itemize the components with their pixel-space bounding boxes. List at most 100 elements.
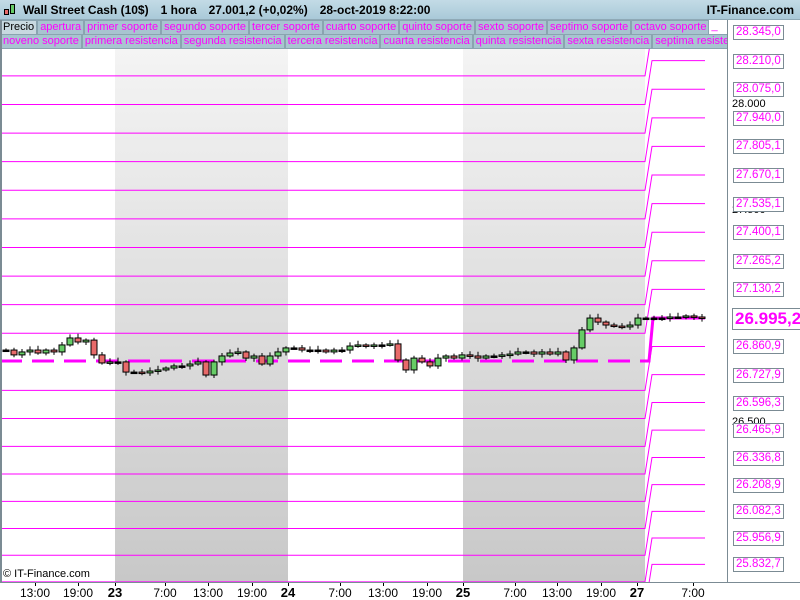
candle bbox=[274, 351, 282, 357]
candle bbox=[210, 361, 218, 376]
candle bbox=[450, 355, 458, 359]
candle bbox=[50, 349, 58, 353]
level-price-label: 27.130,2 bbox=[733, 282, 784, 298]
candle bbox=[66, 337, 74, 346]
candle bbox=[562, 351, 570, 361]
legend-item[interactable]: Precio bbox=[0, 20, 38, 35]
candle bbox=[2, 349, 10, 353]
level-price-label: 28.210,0 bbox=[733, 53, 784, 69]
candle bbox=[114, 361, 122, 364]
candle bbox=[594, 317, 602, 323]
last-price: 27.001,2 (+0,02%) bbox=[208, 2, 308, 17]
legend-item[interactable]: segundo soporte bbox=[161, 20, 250, 35]
price-chart[interactable] bbox=[0, 0, 727, 582]
time-tick: 27 bbox=[629, 585, 645, 600]
candle bbox=[34, 349, 42, 354]
copyright: © IT-Finance.com bbox=[3, 568, 90, 580]
time-tick: 19:00 bbox=[585, 586, 617, 600]
candle bbox=[434, 357, 442, 367]
legend-item[interactable]: sexta resistencia bbox=[564, 34, 653, 49]
candle bbox=[74, 337, 82, 343]
time-tick-mark bbox=[601, 583, 602, 586]
legend-item[interactable]: septima resistencia bbox=[652, 34, 727, 49]
time-tick: 19:00 bbox=[62, 586, 94, 600]
candle bbox=[106, 361, 114, 364]
legend-item[interactable]: cuarto soporte bbox=[322, 20, 400, 35]
candle bbox=[298, 347, 306, 351]
candle bbox=[482, 355, 490, 359]
candle bbox=[354, 344, 362, 347]
time-tick: 25 bbox=[455, 585, 471, 600]
candle bbox=[130, 371, 138, 375]
time-tick-mark bbox=[693, 583, 694, 586]
price-tick: 28.000 bbox=[732, 98, 766, 111]
time-tick: 13:00 bbox=[19, 586, 51, 600]
candle bbox=[698, 316, 706, 319]
candle bbox=[394, 343, 402, 361]
candle bbox=[18, 351, 26, 356]
legend-item[interactable]: noveno soporte bbox=[0, 34, 82, 49]
time-tick: 7:00 bbox=[503, 586, 527, 600]
candle bbox=[490, 355, 498, 358]
price-axis[interactable]: 28.00027.50026.50028.345,028.210,028.075… bbox=[727, 20, 800, 582]
legend-item[interactable]: octavo soporte bbox=[631, 20, 710, 35]
candle bbox=[378, 344, 386, 347]
candle bbox=[618, 325, 626, 329]
timeframe[interactable]: 1 hora bbox=[161, 3, 197, 17]
candle bbox=[338, 349, 346, 353]
candle bbox=[514, 351, 522, 355]
current-price-label: 26.995,2 bbox=[732, 308, 800, 330]
time-tick-mark bbox=[340, 583, 341, 586]
candle bbox=[634, 317, 642, 326]
legend-item[interactable]: _ bbox=[709, 20, 720, 35]
level-price-label: 26.860,9 bbox=[733, 339, 784, 355]
candle bbox=[410, 357, 418, 371]
legend-item[interactable]: primer soporte bbox=[84, 20, 162, 35]
candle bbox=[586, 317, 594, 331]
time-tick-mark bbox=[515, 583, 516, 586]
candle bbox=[202, 361, 210, 376]
candle bbox=[506, 353, 514, 357]
candle bbox=[546, 351, 554, 355]
candle bbox=[330, 349, 338, 353]
candle bbox=[690, 315, 698, 318]
legend-item[interactable]: apertura bbox=[37, 20, 85, 35]
candle bbox=[570, 347, 578, 361]
legend-item[interactable]: cuarta resistencia bbox=[380, 34, 473, 49]
legend-item[interactable]: tercer soporte bbox=[249, 20, 323, 35]
level-price-label: 26.336,8 bbox=[733, 450, 784, 466]
legend-item[interactable]: tercera resistencia bbox=[284, 34, 381, 49]
candle bbox=[370, 344, 378, 347]
time-tick-mark bbox=[208, 583, 209, 586]
candle bbox=[154, 369, 162, 372]
time-tick-mark bbox=[288, 583, 289, 586]
legend-item[interactable]: segunda resistencia bbox=[180, 34, 285, 49]
candle bbox=[538, 351, 546, 355]
apertura-line-current bbox=[645, 316, 705, 363]
legend-item[interactable]: quinto soporte bbox=[399, 20, 475, 35]
level-price-label: 27.535,1 bbox=[733, 196, 784, 212]
legend-item[interactable]: septimo soporte bbox=[547, 20, 632, 35]
time-tick: 13:00 bbox=[367, 586, 399, 600]
candle bbox=[290, 347, 298, 350]
candle bbox=[266, 355, 274, 365]
level-price-label: 27.265,2 bbox=[733, 253, 784, 269]
legend-item[interactable]: sexto soporte bbox=[474, 20, 548, 35]
candle bbox=[138, 371, 146, 375]
time-tick: 13:00 bbox=[541, 586, 573, 600]
candle bbox=[178, 365, 186, 368]
candle bbox=[626, 324, 634, 328]
time-tick-mark bbox=[383, 583, 384, 586]
candle bbox=[386, 343, 394, 346]
legend-item[interactable]: quinta resistencia bbox=[472, 34, 565, 49]
level-price-label: 26.082,3 bbox=[733, 504, 784, 520]
candle bbox=[10, 349, 18, 356]
left-border bbox=[0, 20, 2, 600]
candle bbox=[402, 359, 410, 371]
candle bbox=[26, 349, 34, 353]
time-tick-mark bbox=[637, 583, 638, 586]
time-axis[interactable]: 13:00 19:00 23 7:00 13:00 19:00 24 7:00 13:00 19:… bbox=[0, 582, 800, 600]
legend-item[interactable]: primera resistencia bbox=[81, 34, 181, 49]
candle bbox=[98, 354, 106, 364]
candle bbox=[658, 317, 666, 321]
